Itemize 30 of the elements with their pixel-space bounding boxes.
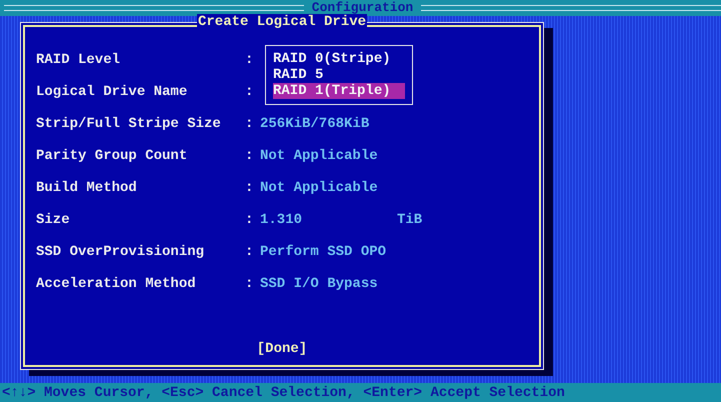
colon: : bbox=[245, 148, 254, 164]
field-value[interactable]: 1.310 bbox=[260, 212, 397, 228]
field-value[interactable]: Perform SSD OPO bbox=[260, 244, 397, 260]
menu-option[interactable]: RAID 1(Triple) bbox=[273, 83, 405, 99]
field-label: Strip/Full Stripe Size bbox=[36, 116, 222, 132]
menu-option[interactable]: RAID 0(Stripe) bbox=[273, 51, 405, 67]
colon: : bbox=[245, 244, 254, 260]
status-text: <↑↓> Moves Cursor, <Esc> Cancel Selection, <Enter> Accept Selection bbox=[2, 384, 565, 400]
unit-label: TiB bbox=[397, 212, 422, 228]
colon: : bbox=[245, 84, 254, 100]
field-label: RAID Level bbox=[36, 52, 122, 68]
field-value[interactable]: Not Applicable bbox=[260, 180, 397, 196]
dialog-title: Create Logical Drive bbox=[197, 14, 368, 30]
header-title: Configuration bbox=[312, 0, 414, 15]
field-label: Build Method bbox=[36, 180, 138, 196]
menu-option[interactable]: RAID 5 bbox=[273, 67, 405, 83]
colon: : bbox=[245, 180, 254, 196]
colon: : bbox=[245, 52, 254, 68]
colon: : bbox=[245, 116, 254, 132]
field-label: Size bbox=[36, 212, 71, 228]
field-label: Acceleration Method bbox=[36, 276, 197, 292]
field-label: SSD OverProvisioning bbox=[36, 244, 206, 260]
field-value[interactable]: SSD I/O Bypass bbox=[260, 276, 397, 292]
field-label: Parity Group Count bbox=[36, 148, 188, 164]
colon: : bbox=[245, 276, 254, 292]
field-label: Logical Drive Name bbox=[36, 84, 188, 100]
colon: : bbox=[245, 212, 254, 228]
field-value[interactable]: Not Applicable bbox=[260, 148, 397, 164]
done-button[interactable]: [Done] bbox=[256, 341, 308, 357]
field-value[interactable]: 256KiB/768KiB bbox=[260, 116, 397, 132]
